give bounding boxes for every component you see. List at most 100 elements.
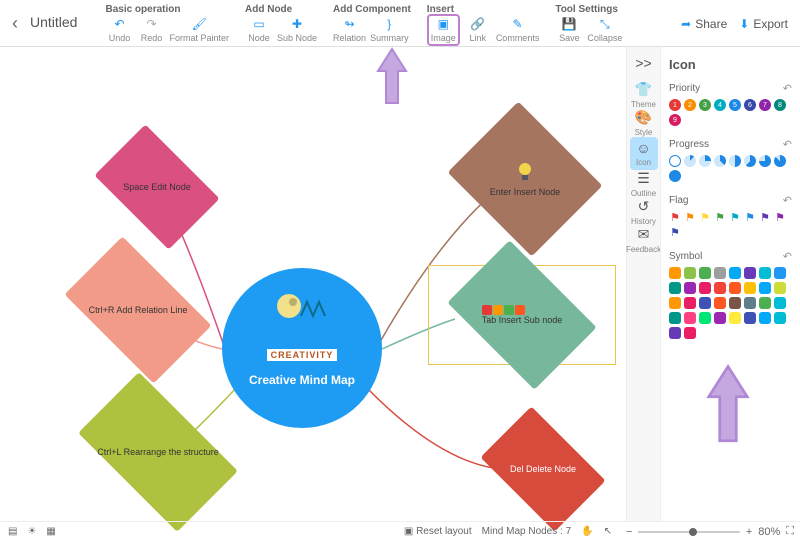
tool-collapse[interactable]: ⤡Collapse — [587, 17, 622, 43]
tool-link[interactable]: 🔗Link — [464, 17, 492, 46]
progress-0[interactable] — [669, 155, 681, 167]
symbol-11[interactable] — [714, 282, 726, 294]
tool-format-painter[interactable]: 🖌Format Painter — [169, 17, 229, 43]
center-node[interactable]: CREATIVITY Creative Mind Map — [222, 268, 382, 428]
symbol-4[interactable] — [729, 267, 741, 279]
progress-1[interactable] — [684, 155, 696, 167]
priority-5[interactable]: 5 — [729, 99, 741, 111]
reset-layout-button[interactable]: ▣ Reset layout — [404, 526, 472, 537]
rail-style[interactable]: 🎨Style — [630, 109, 658, 137]
symbol-20[interactable] — [729, 297, 741, 309]
symbol-13[interactable] — [744, 282, 756, 294]
fullscreen-icon[interactable]: ⛶ — [786, 525, 794, 538]
symbol-28[interactable] — [729, 312, 741, 324]
symbol-19[interactable] — [714, 297, 726, 309]
priority-6[interactable]: 6 — [744, 99, 756, 111]
symbol-29[interactable] — [744, 312, 756, 324]
flag-8[interactable]: ⚑ — [669, 226, 681, 238]
priority-2[interactable]: 2 — [684, 99, 696, 111]
priority-1[interactable]: 1 — [669, 99, 681, 111]
symbol-3[interactable] — [714, 267, 726, 279]
symbol-6[interactable] — [759, 267, 771, 279]
progress-3[interactable] — [714, 155, 726, 167]
rail-history[interactable]: ↺History — [630, 198, 658, 226]
node-space-edit[interactable]: Space Edit Node — [82, 151, 232, 223]
symbol-0[interactable] — [669, 267, 681, 279]
share-button[interactable]: ➦Share — [681, 17, 727, 31]
priority-4[interactable]: 4 — [714, 99, 726, 111]
symbol-23[interactable] — [774, 297, 786, 309]
symbol-27[interactable] — [714, 312, 726, 324]
node-rearrange[interactable]: Ctrl+L Rearrange the structure — [58, 409, 258, 495]
symbol-24[interactable] — [669, 312, 681, 324]
symbol-32[interactable] — [669, 327, 681, 339]
symbol-31[interactable] — [774, 312, 786, 324]
symbol-17[interactable] — [684, 297, 696, 309]
brightness-icon[interactable]: ☀ — [27, 526, 36, 537]
zoom-in-button[interactable]: + — [746, 526, 752, 538]
tool-node[interactable]: ▭Node — [245, 17, 273, 43]
symbol-16[interactable] — [669, 297, 681, 309]
symbol-25[interactable] — [684, 312, 696, 324]
progress-4[interactable] — [729, 155, 741, 167]
progress-reset-icon[interactable]: ↶ — [783, 138, 792, 151]
flag-3[interactable]: ⚑ — [714, 211, 726, 223]
flag-2[interactable]: ⚑ — [699, 211, 711, 223]
symbol-15[interactable] — [774, 282, 786, 294]
symbol-1[interactable] — [684, 267, 696, 279]
layers-icon[interactable]: ▤ — [8, 526, 17, 537]
progress-6[interactable] — [759, 155, 771, 167]
symbol-22[interactable] — [759, 297, 771, 309]
node-add-relation[interactable]: Ctrl+R Add Relation Line — [48, 269, 228, 351]
progress-8[interactable] — [669, 170, 681, 182]
tool-undo[interactable]: ↶Undo — [105, 17, 133, 43]
priority-3[interactable]: 3 — [699, 99, 711, 111]
rail-collapse[interactable]: >> — [630, 55, 658, 71]
back-button[interactable]: ‹ — [0, 0, 30, 47]
symbol-33[interactable] — [684, 327, 696, 339]
symbol-10[interactable] — [699, 282, 711, 294]
symbol-12[interactable] — [729, 282, 741, 294]
symbol-reset-icon[interactable]: ↶ — [783, 250, 792, 263]
priority-8[interactable]: 8 — [774, 99, 786, 111]
priority-9[interactable]: 9 — [669, 114, 681, 126]
flag-4[interactable]: ⚑ — [729, 211, 741, 223]
symbol-7[interactable] — [774, 267, 786, 279]
symbol-5[interactable] — [744, 267, 756, 279]
document-title[interactable]: Untitled — [30, 14, 77, 30]
export-button[interactable]: ⬇Export — [739, 17, 788, 31]
tool-sub-node[interactable]: ✚Sub Node — [277, 17, 317, 43]
flag-reset-icon[interactable]: ↶ — [783, 194, 792, 207]
symbol-9[interactable] — [684, 282, 696, 294]
rail-outline[interactable]: ☰Outline — [630, 170, 658, 198]
rail-icon[interactable]: ☺Icon — [630, 137, 658, 170]
symbol-18[interactable] — [699, 297, 711, 309]
pointer-icon[interactable]: ↖ — [604, 526, 612, 537]
tool-comments[interactable]: ✎Comments — [496, 17, 540, 46]
node-enter-insert[interactable]: Enter Insert Node — [440, 129, 610, 229]
flag-1[interactable]: ⚑ — [684, 211, 696, 223]
progress-7[interactable] — [774, 155, 786, 167]
flag-6[interactable]: ⚑ — [759, 211, 771, 223]
symbol-8[interactable] — [669, 282, 681, 294]
tool-redo[interactable]: ↷Redo — [137, 17, 165, 43]
priority-reset-icon[interactable]: ↶ — [783, 82, 792, 95]
node-del-delete[interactable]: Del Delete Node — [468, 433, 618, 505]
progress-2[interactable] — [699, 155, 711, 167]
zoom-slider[interactable] — [638, 531, 739, 533]
symbol-30[interactable] — [759, 312, 771, 324]
tool-summary[interactable]: }Summary — [370, 17, 409, 43]
flag-7[interactable]: ⚑ — [774, 211, 786, 223]
symbol-21[interactable] — [744, 297, 756, 309]
tool-relation[interactable]: ↬Relation — [333, 17, 366, 43]
flag-0[interactable]: ⚑ — [669, 211, 681, 223]
symbol-14[interactable] — [759, 282, 771, 294]
symbol-26[interactable] — [699, 312, 711, 324]
rail-theme[interactable]: 👕Theme — [630, 81, 658, 109]
zoom-out-button[interactable]: − — [626, 526, 632, 538]
grid-icon[interactable]: ▦ — [46, 526, 55, 537]
rail-feedback[interactable]: ✉Feedback — [630, 226, 658, 254]
tool-save[interactable]: 💾Save — [555, 17, 583, 43]
symbol-2[interactable] — [699, 267, 711, 279]
priority-7[interactable]: 7 — [759, 99, 771, 111]
